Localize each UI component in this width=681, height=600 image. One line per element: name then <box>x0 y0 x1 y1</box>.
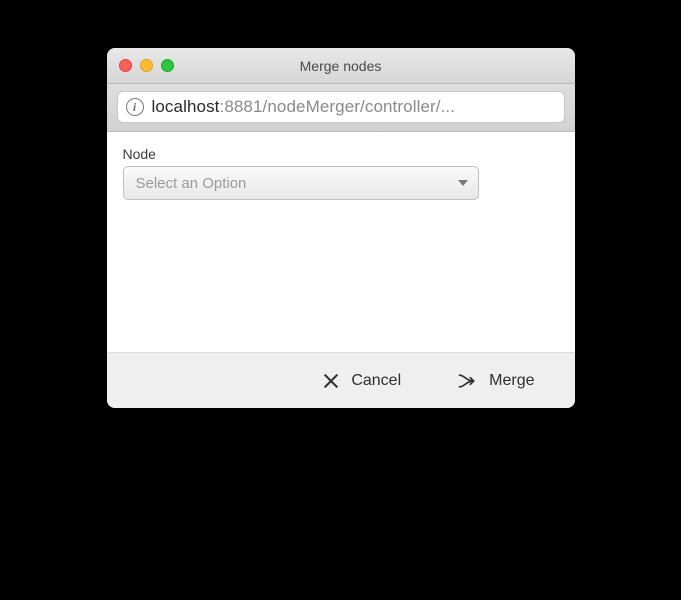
close-window-button[interactable] <box>119 59 132 72</box>
node-select[interactable]: Select an Option <box>123 166 479 200</box>
window-title: Merge nodes <box>107 58 575 74</box>
site-info-icon[interactable]: i <box>126 98 144 116</box>
cancel-button[interactable]: Cancel <box>323 372 401 390</box>
url-path: :8881/nodeMerger/controller/... <box>220 97 456 116</box>
node-label: Node <box>123 146 559 162</box>
url-display: localhost:8881/nodeMerger/controller/... <box>152 97 456 117</box>
zoom-window-button[interactable] <box>161 59 174 72</box>
chevron-down-icon <box>458 180 468 186</box>
merge-label: Merge <box>489 372 534 390</box>
merge-icon <box>457 371 477 391</box>
titlebar[interactable]: Merge nodes <box>107 48 575 84</box>
traffic-lights <box>107 59 174 72</box>
browser-window: Merge nodes i localhost:8881/nodeMerger/… <box>107 48 575 408</box>
cancel-label: Cancel <box>351 372 401 390</box>
dialog-footer: Cancel Merge <box>107 352 575 408</box>
address-bar[interactable]: i localhost:8881/nodeMerger/controller/.… <box>117 91 565 123</box>
toolbar: i localhost:8881/nodeMerger/controller/.… <box>107 84 575 132</box>
page-content: Node Select an Option <box>107 132 575 352</box>
url-host: localhost <box>152 97 220 116</box>
merge-button[interactable]: Merge <box>457 371 534 391</box>
close-icon <box>323 373 339 389</box>
minimize-window-button[interactable] <box>140 59 153 72</box>
node-select-placeholder: Select an Option <box>136 175 247 192</box>
